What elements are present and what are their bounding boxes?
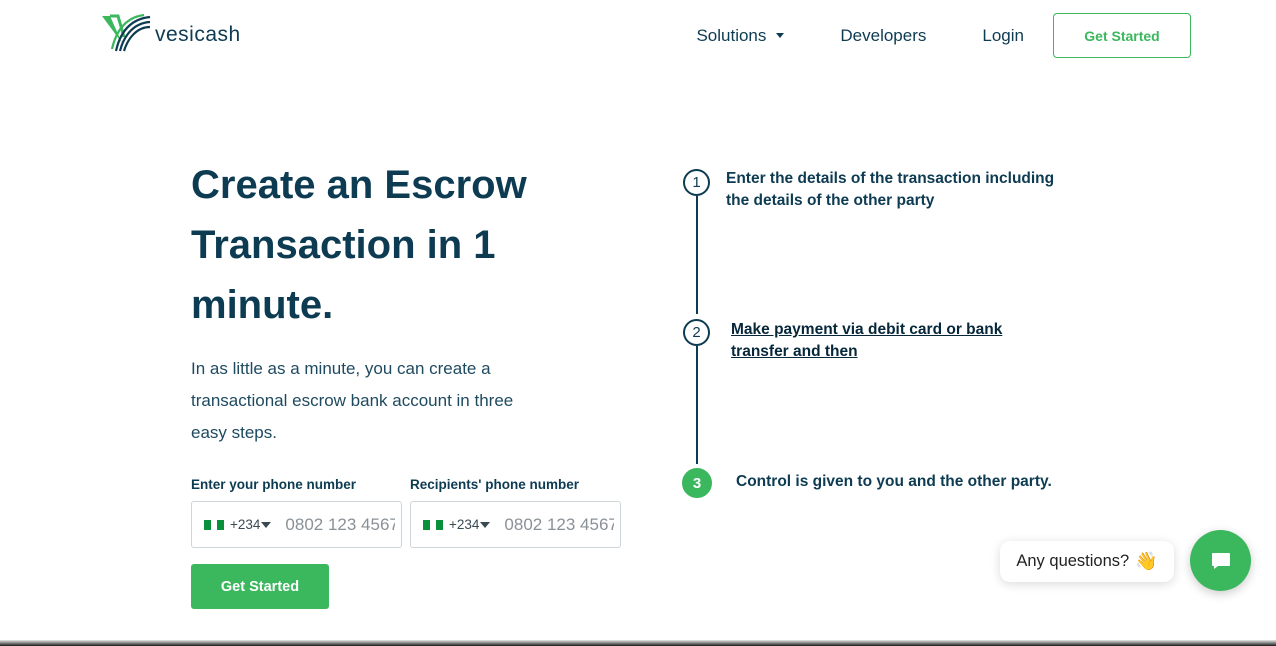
nav-developers[interactable]: Developers [840,26,926,46]
page-title: Create an Escrow Transaction in 1 minute… [191,163,527,327]
waving-hand-icon: 👋 [1135,551,1158,571]
recipient-phone-field: +234 [410,501,621,548]
chat-launcher-button[interactable] [1190,530,1251,591]
timeline-connector [696,196,698,314]
recipient-phone-label: Recipients' phone number [410,477,579,492]
nav-solutions[interactable]: Solutions [696,25,785,46]
step-1-number: 1 [683,169,710,196]
recipient-phone-input[interactable] [504,514,615,535]
chat-prompt-text: Any questions? [1016,552,1130,570]
chat-icon [1211,552,1230,569]
nav-solutions-label: Solutions [696,25,767,45]
top-nav: Solutions Developers Login Get Started [696,13,1191,58]
dial-code-caret-icon[interactable] [480,521,491,528]
get-started-button[interactable]: Get Started [191,564,329,609]
vesicash-logo-icon [102,13,151,52]
header-get-started-button[interactable]: Get Started [1053,13,1191,58]
step-3-text: Control is given to you and the other pa… [736,473,1052,490]
page-bottom-edge [0,640,1276,646]
hero-description: In as little as a minute, you can create… [191,359,514,442]
your-phone-input[interactable] [285,514,396,535]
your-dial-code[interactable]: +234 [230,517,260,532]
nigeria-flag-icon [423,519,444,530]
brand-logo[interactable]: vesicash [100,13,241,53]
your-phone-label: Enter your phone number [191,477,357,492]
chat-prompt-bubble[interactable]: Any questions? 👋 [1000,541,1174,582]
step-2-link[interactable]: Make payment via debit card or bank tran… [731,319,1031,363]
step-2-number: 2 [683,319,710,346]
your-phone-field: +234 [191,501,402,548]
timeline-connector [696,346,698,464]
brand-name: vesicash [155,23,241,46]
step-1-text: Enter the details of the transaction inc… [726,170,1055,209]
nigeria-flag-icon [204,519,225,530]
page: vesicash Solutions Developers Login Get … [0,0,1276,646]
dial-code-caret-icon[interactable] [261,521,272,528]
step-3-number: 3 [682,468,712,498]
chevron-down-icon [776,33,785,38]
recipient-dial-code[interactable]: +234 [449,517,479,532]
nav-login[interactable]: Login [982,26,1024,46]
